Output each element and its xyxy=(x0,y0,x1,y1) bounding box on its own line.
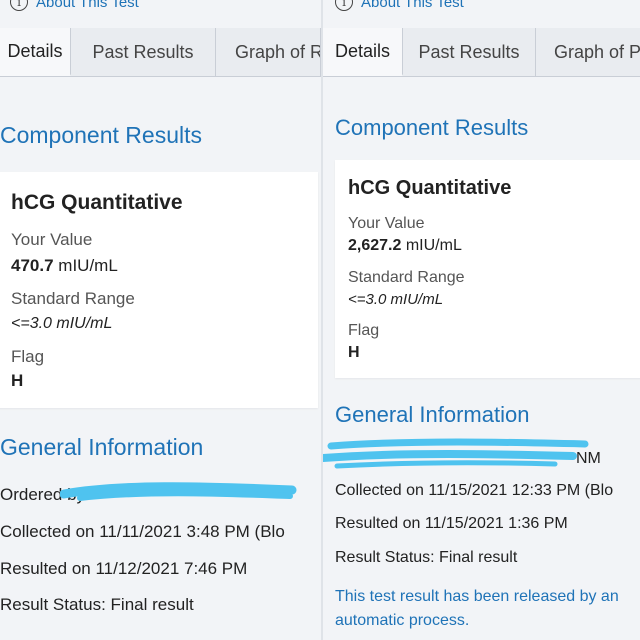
standard-range-value: <=3.0 mIU/mL xyxy=(11,315,113,332)
component-card: hCG Quantitative Your Value 470.7 mIU/mL… xyxy=(0,172,318,408)
tab-details[interactable]: Details xyxy=(0,28,71,76)
value-number: 470.7 xyxy=(11,256,54,275)
flag-label: Flag xyxy=(348,322,380,339)
your-value-label: Your Value xyxy=(11,230,93,249)
standard-range-label: Standard Range xyxy=(348,269,465,286)
info-icon: i xyxy=(335,0,353,11)
your-value: 2,627.2 mIU/mL xyxy=(348,237,462,255)
your-value-label: Your Value xyxy=(348,215,425,232)
tab-details[interactable]: Details xyxy=(323,28,403,76)
resulted-on: Resulted on 11/12/2021 7:46 PM xyxy=(0,559,248,578)
right-result-panel: i About This Test Details Past Results G… xyxy=(323,0,640,640)
component-card: hCG Quantitative Your Value 2,627.2 mIU/… xyxy=(335,160,640,378)
flag-value: H xyxy=(348,344,360,361)
component-results-title: Component Results xyxy=(335,115,529,140)
result-status: Result Status: Final result xyxy=(0,595,194,614)
redaction-scribble xyxy=(60,482,297,501)
value-unit: mIU/mL xyxy=(405,237,462,254)
collected-on: Collected on 11/11/2021 3:48 PM (Blo xyxy=(0,522,285,541)
value-unit: mIU/mL xyxy=(58,256,118,275)
about-this-test-label[interactable]: About This Test xyxy=(36,0,139,11)
flag-label: Flag xyxy=(11,347,45,366)
component-name: hCG Quantitative xyxy=(11,191,183,214)
component-results-title: Component Results xyxy=(0,122,202,148)
collected-on: Collected on 11/15/2021 12:33 PM (Blo xyxy=(335,482,614,499)
standard-range-value: <=3.0 mIU/mL xyxy=(348,291,444,308)
tab-graph[interactable]: Graph of Pa xyxy=(536,28,640,76)
about-this-test-link[interactable]: i About This Test xyxy=(10,0,139,11)
redaction-scribble xyxy=(323,438,589,469)
left-result-panel: i About This Test Details Past Results G… xyxy=(0,0,321,640)
tab-past-results[interactable]: Past Results xyxy=(403,28,536,76)
ordered-by-tail: NM xyxy=(576,450,601,467)
about-this-test-link[interactable]: i About This Test xyxy=(335,0,464,11)
general-information-title: General Information xyxy=(335,402,530,427)
about-this-test-label[interactable]: About This Test xyxy=(361,0,464,11)
tab-past-results[interactable]: Past Results xyxy=(71,28,216,76)
result-tabs: Details Past Results Graph of Pa xyxy=(323,28,640,77)
release-note: This test result has been released by an… xyxy=(335,588,619,629)
value-number: 2,627.2 xyxy=(348,237,402,254)
standard-range-label: Standard Range xyxy=(11,289,135,308)
result-tabs: Details Past Results Graph of R xyxy=(0,28,321,77)
tab-graph[interactable]: Graph of R xyxy=(216,28,321,76)
flag-value: H xyxy=(11,371,24,390)
your-value: 470.7 mIU/mL xyxy=(11,256,118,276)
info-icon: i xyxy=(10,0,28,11)
general-information-title: General Information xyxy=(0,434,204,460)
component-name: hCG Quantitative xyxy=(348,177,512,199)
result-status: Result Status: Final result xyxy=(335,549,518,566)
resulted-on: Resulted on 11/15/2021 1:36 PM xyxy=(335,515,568,532)
